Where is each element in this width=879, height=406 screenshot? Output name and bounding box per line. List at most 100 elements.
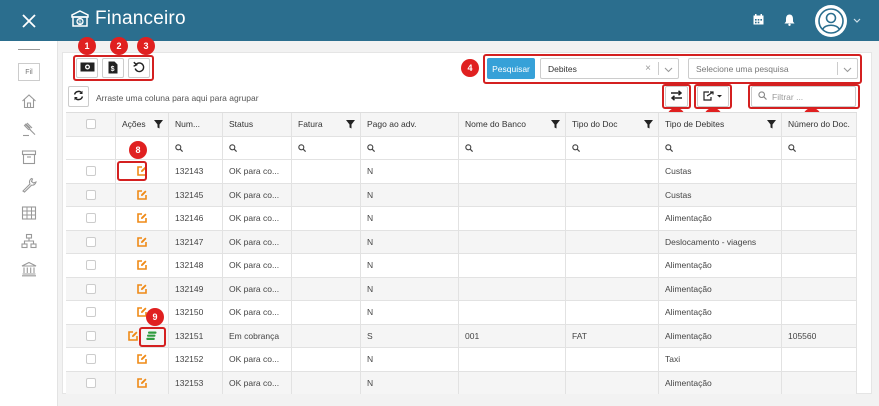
clear-icon[interactable]: × xyxy=(645,63,651,74)
cell-num: 132148 xyxy=(169,254,223,277)
debit-type-select[interactable]: Debites × xyxy=(540,58,679,79)
app-title: Financeiro xyxy=(95,8,186,29)
column-header[interactable]: Fatura xyxy=(292,113,361,136)
export-button[interactable] xyxy=(697,86,729,107)
cell-fatura xyxy=(292,371,361,394)
column-header[interactable]: Status xyxy=(223,113,292,136)
table-row[interactable]: 132147 OK para co... N Deslocamento - viage… xyxy=(66,230,857,254)
table-row[interactable]: 132150 OK para co... N Alimentação xyxy=(66,301,857,325)
cash-button[interactable] xyxy=(76,58,98,78)
cell-fatura xyxy=(292,301,361,324)
row-checkbox[interactable] xyxy=(85,377,96,388)
app-brand: $ Financeiro xyxy=(70,8,186,30)
cell-num: 132149 xyxy=(169,277,223,300)
table-row[interactable]: 132151 Em cobrança S 001 FAT Alimentação 10556… xyxy=(66,324,857,348)
cell-tipo-deb: Alimentação xyxy=(659,324,782,347)
column-filter-cell[interactable] xyxy=(459,136,566,159)
archive-icon[interactable] xyxy=(17,147,41,167)
filter-placeholder: Filtrar ... xyxy=(772,91,804,102)
funnel-icon[interactable] xyxy=(346,120,355,129)
swap-columns-button[interactable] xyxy=(665,86,688,107)
search-icon xyxy=(665,143,673,152)
svg-text:$: $ xyxy=(111,66,115,73)
home-icon[interactable] xyxy=(17,91,41,111)
cell-fatura xyxy=(292,183,361,206)
sidebar-filter-box[interactable]: Fil xyxy=(18,63,40,81)
grid-header-row: Ações Num... Status Fatura Pago ao adv. Nome … xyxy=(66,113,857,137)
row-checkbox[interactable] xyxy=(85,213,96,224)
undo-button[interactable] xyxy=(128,58,150,78)
column-filter-cell[interactable] xyxy=(292,136,361,159)
column-filter-cell[interactable] xyxy=(361,136,459,159)
saved-search-select[interactable]: Selecione uma pesquisa xyxy=(688,58,858,79)
gavel-icon[interactable] xyxy=(17,119,41,139)
table-row[interactable]: 132145 OK para co... N Custas xyxy=(66,183,857,207)
table-row[interactable]: 132152 OK para co... N Taxi xyxy=(66,348,857,372)
document-dollar-button[interactable]: $ xyxy=(102,58,124,78)
cell-tipo-deb: Alimentação xyxy=(659,254,782,277)
bank-dollar-icon: $ xyxy=(70,9,90,29)
edit-icon[interactable] xyxy=(137,354,147,365)
edit-icon[interactable] xyxy=(137,260,147,271)
cell-pago: N xyxy=(361,160,459,183)
edit-icon[interactable] xyxy=(137,166,147,177)
table-row[interactable]: 132148 OK para co... N Alimentação xyxy=(66,254,857,278)
chevron-down-icon[interactable] xyxy=(853,16,861,26)
column-header[interactable]: Pago ao adv. xyxy=(361,113,459,136)
table-icon[interactable] xyxy=(17,203,41,223)
funnel-icon[interactable] xyxy=(767,120,776,129)
column-filter-cell[interactable] xyxy=(659,136,782,159)
chevron-down-icon[interactable] xyxy=(843,65,852,75)
column-header[interactable]: Ações xyxy=(116,113,169,136)
funnel-icon[interactable] xyxy=(644,120,653,129)
row-checkbox[interactable] xyxy=(85,236,96,247)
org-chart-icon[interactable] xyxy=(17,231,41,251)
column-header[interactable]: Tipo do Doc xyxy=(566,113,659,136)
row-checkbox[interactable] xyxy=(85,260,96,271)
edit-icon[interactable] xyxy=(127,330,138,341)
edit-icon[interactable] xyxy=(137,377,147,388)
search-button[interactable]: Pesquisar xyxy=(487,58,535,79)
user-avatar-icon[interactable] xyxy=(815,4,847,37)
column-filter-cell[interactable] xyxy=(566,136,659,159)
column-header[interactable]: Nome do Banco xyxy=(459,113,566,136)
row-checkbox[interactable] xyxy=(85,166,96,177)
column-filter-cell[interactable] xyxy=(169,136,223,159)
funnel-icon[interactable] xyxy=(154,120,163,129)
table-row[interactable]: 132149 OK para co... N Alimentação xyxy=(66,277,857,301)
billing-icon[interactable] xyxy=(145,331,157,341)
filter-input[interactable]: Filtrar ... xyxy=(751,86,856,107)
column-filter-cell[interactable] xyxy=(223,136,292,159)
row-checkbox[interactable] xyxy=(85,189,96,200)
cell-pago: N xyxy=(361,183,459,206)
select-all-checkbox[interactable] xyxy=(85,119,96,130)
table-row[interactable]: 132146 OK para co... N Alimentação xyxy=(66,207,857,231)
row-checkbox[interactable] xyxy=(85,354,96,365)
edit-icon[interactable] xyxy=(137,213,147,224)
edit-icon[interactable] xyxy=(137,236,147,247)
swap-icon xyxy=(670,90,683,103)
cell-num: 132147 xyxy=(169,230,223,253)
row-checkbox[interactable] xyxy=(85,307,96,318)
column-header[interactable]: Num... xyxy=(169,113,223,136)
table-row[interactable]: 132143 OK para co... N Custas xyxy=(66,160,857,184)
funnel-icon[interactable] xyxy=(551,120,560,129)
bell-icon[interactable] xyxy=(784,14,795,28)
bank-icon[interactable] xyxy=(17,259,41,279)
column-filter-cell[interactable] xyxy=(782,136,857,159)
cell-fatura xyxy=(292,230,361,253)
edit-icon[interactable] xyxy=(137,283,147,294)
edit-icon[interactable] xyxy=(137,189,147,200)
cell-banco xyxy=(459,371,566,394)
column-header[interactable]: Número do Doc. xyxy=(782,113,857,136)
refresh-button[interactable] xyxy=(68,86,89,107)
column-header[interactable]: Tipo de Debites xyxy=(659,113,782,136)
table-row[interactable]: 132153 OK para co... N Alimentação xyxy=(66,371,857,394)
chevron-down-icon[interactable] xyxy=(664,65,673,75)
row-checkbox[interactable] xyxy=(85,283,96,294)
wrench-icon[interactable] xyxy=(17,175,41,195)
close-icon[interactable] xyxy=(0,0,58,41)
cell-num-doc xyxy=(782,371,857,394)
row-checkbox[interactable] xyxy=(85,330,96,341)
calendar-icon[interactable] xyxy=(753,14,764,27)
